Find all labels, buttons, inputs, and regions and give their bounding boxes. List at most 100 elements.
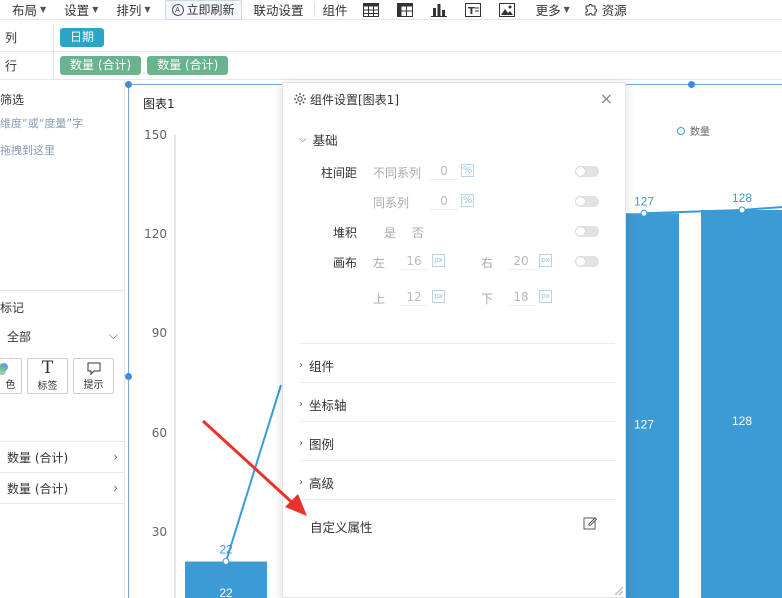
- divider: [0, 441, 125, 442]
- text-icon[interactable]: T: [464, 1, 482, 19]
- divider: [299, 382, 615, 383]
- canvas-toggle[interactable]: [575, 256, 599, 267]
- chevron-right-icon: ›: [113, 450, 118, 464]
- layout-menu-label: 布局: [12, 3, 38, 18]
- mark-type-value: 全部: [7, 330, 32, 344]
- more-menu[interactable]: 更多 ▼: [524, 0, 576, 20]
- arrange-menu-label: 排列: [116, 3, 142, 18]
- color-palette-icon: [0, 362, 8, 375]
- divider: [299, 343, 615, 344]
- top-label: 上: [373, 292, 386, 306]
- point-value-label: 22: [219, 543, 233, 557]
- stack-label: 堆积: [333, 226, 358, 240]
- mark-field-item[interactable]: 数量 (合计) ›: [0, 477, 118, 499]
- bottom-label: 下: [481, 292, 494, 306]
- chevron-down-icon: ▼: [92, 5, 99, 14]
- same-series-input[interactable]: 0: [430, 192, 458, 210]
- percent-unit: %: [461, 164, 474, 177]
- row-pill-quantity[interactable]: 数量 (合计): [60, 56, 142, 75]
- percent-unit: %: [461, 194, 474, 207]
- resize-handle[interactable]: [125, 81, 132, 88]
- resize-handle[interactable]: [125, 373, 132, 380]
- line-point[interactable]: [222, 558, 230, 566]
- mark-field-label: 数量 (合计): [7, 450, 69, 465]
- right-label: 右: [481, 256, 494, 270]
- chevron-down-icon: ▼: [40, 5, 47, 14]
- px-unit: px: [432, 254, 445, 267]
- px-unit: px: [539, 290, 552, 303]
- settings-menu[interactable]: 设置 ▼: [52, 0, 104, 20]
- filter-title: 筛选: [0, 93, 25, 107]
- label-button[interactable]: T 标签: [27, 358, 68, 394]
- left-input[interactable]: 16: [400, 252, 428, 270]
- line-point[interactable]: [640, 209, 648, 217]
- section-component[interactable]: › 组件: [299, 356, 334, 375]
- left-label: 左: [373, 256, 386, 270]
- top-input[interactable]: 12: [400, 288, 428, 306]
- mark-field-item[interactable]: 数量 (合计) ›: [0, 446, 118, 468]
- point-value-label: 128: [732, 191, 752, 205]
- mark-field-label: 数量 (合计): [7, 481, 69, 496]
- component-settings-dialog: 组件设置[图表1] × ⌵ 基础 柱间距 不同系列 0 % 同系列 0 % 堆积…: [282, 82, 626, 598]
- chevron-down-icon: ▼: [563, 5, 570, 14]
- divider: [0, 290, 125, 291]
- refresh-label: 立即刷新: [186, 3, 235, 17]
- chevron-right-icon: ›: [299, 438, 303, 449]
- row-shelf-label: 行: [0, 52, 54, 79]
- column-pill-date[interactable]: 日期: [60, 28, 105, 47]
- table-icon[interactable]: [362, 1, 380, 19]
- same-series-label: 同系列: [373, 196, 410, 210]
- resize-handle[interactable]: [688, 81, 695, 88]
- chevron-down-icon: ⌵: [299, 134, 307, 145]
- resources-button[interactable]: 资源: [576, 0, 633, 20]
- section-legend-label: 图例: [309, 437, 335, 452]
- diff-series-input[interactable]: 0: [430, 162, 458, 180]
- linkage-settings-button[interactable]: 联动设置: [250, 0, 310, 20]
- dialog-title: 组件设置[图表1]: [310, 92, 399, 107]
- layout-menu[interactable]: 布局 ▼: [0, 0, 52, 20]
- diff-series-toggle[interactable]: [575, 166, 599, 177]
- tooltip-button[interactable]: 提示: [73, 358, 114, 394]
- series-line: [225, 384, 282, 562]
- section-advanced-label: 高级: [309, 476, 335, 491]
- custom-properties-text: 自定义属性: [310, 520, 373, 535]
- bottom-input[interactable]: 18: [507, 288, 535, 306]
- line-point[interactable]: [738, 206, 746, 214]
- stack-no-option[interactable]: 否: [412, 224, 424, 241]
- divider: [299, 460, 615, 461]
- chevron-down-icon: ▼: [144, 5, 151, 14]
- px-unit: px: [432, 290, 445, 303]
- section-component-label: 组件: [309, 359, 335, 374]
- section-advanced[interactable]: › 高级: [299, 473, 334, 492]
- row-shelf: 行 数量 (合计) 数量 (合计): [0, 52, 782, 80]
- row-pill-quantity[interactable]: 数量 (合计): [147, 56, 229, 75]
- edit-icon[interactable]: [583, 516, 597, 530]
- filter-drop-zone[interactable]: 拖拽到这里: [0, 142, 55, 158]
- section-axis[interactable]: › 坐标轴: [299, 395, 347, 414]
- bar-value-label: 22: [219, 586, 233, 598]
- speech-bubble-icon: [87, 362, 100, 375]
- color-button[interactable]: 色: [0, 358, 22, 394]
- close-icon[interactable]: ×: [600, 91, 613, 107]
- image-icon[interactable]: [498, 1, 516, 19]
- section-legend[interactable]: › 图例: [299, 434, 334, 453]
- section-basic[interactable]: ⌵ 基础: [299, 130, 338, 149]
- bar-chart-icon[interactable]: [430, 1, 448, 19]
- filter-hint: 维度”或“度量”字: [0, 117, 84, 130]
- right-input[interactable]: 20: [507, 252, 535, 270]
- stack-toggle[interactable]: [575, 226, 599, 237]
- chart-bar[interactable]: [701, 209, 782, 598]
- mark-type-select[interactable]: 全部 ⌵: [0, 328, 118, 345]
- crosstab-icon[interactable]: [396, 1, 414, 19]
- chevron-right-icon: ›: [299, 477, 303, 488]
- column-shelf-label: 列: [0, 24, 54, 51]
- point-value-label: 127: [634, 194, 654, 208]
- same-series-toggle[interactable]: [575, 196, 599, 207]
- refresh-button[interactable]: A 立即刷新: [164, 0, 242, 20]
- toolbar-divider: [313, 2, 315, 17]
- resize-grip-icon[interactable]: [615, 587, 623, 595]
- stack-yes-option[interactable]: 是: [384, 224, 396, 241]
- arrange-menu[interactable]: 排列 ▼: [104, 0, 156, 20]
- bar-value-label: 127: [634, 417, 654, 431]
- label-icon: T: [41, 358, 54, 378]
